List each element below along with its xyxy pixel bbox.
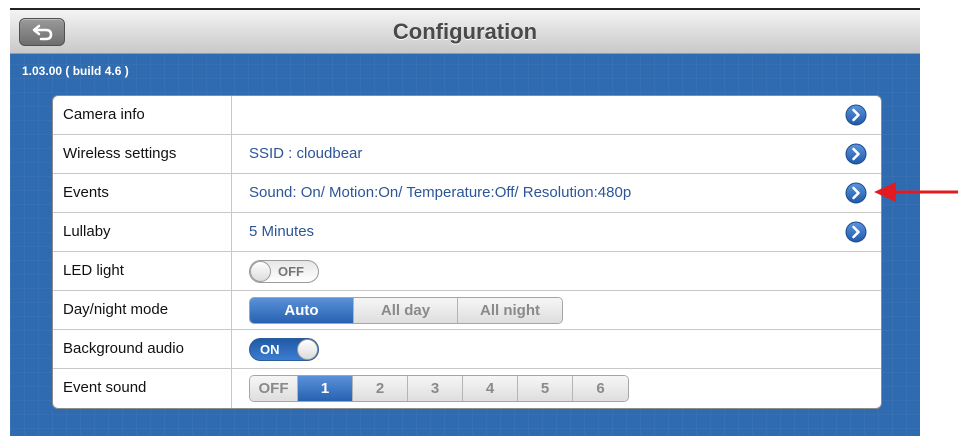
title-bar: Configuration — [10, 8, 920, 54]
row-background-audio: Background audio ON — [53, 330, 881, 369]
led-light-toggle[interactable]: OFF — [249, 260, 319, 283]
settings-table: Camera info Wireless settings SSID : clo… — [52, 95, 882, 409]
toggle-knob — [297, 339, 318, 360]
row-camera-info[interactable]: Camera info — [53, 96, 881, 135]
version-label: 1.03.00 ( build 4.6 ) — [22, 64, 129, 78]
event-sound-option-off[interactable]: OFF — [250, 376, 298, 401]
row-value: 5 Minutes — [249, 223, 315, 240]
red-arrow-icon — [874, 182, 958, 202]
row-events[interactable]: Events Sound: On/ Motion:On/ Temperature… — [53, 174, 881, 213]
toggle-state-label: ON — [260, 342, 280, 357]
column-divider — [231, 174, 232, 212]
row-label: Events — [63, 184, 109, 201]
row-label: Day/night mode — [63, 301, 169, 318]
row-day-night-mode: Day/night mode Auto All day All night — [53, 291, 881, 330]
column-divider — [231, 135, 232, 173]
day-night-option-all-night[interactable]: All night — [458, 298, 562, 323]
chevron-right-circle-icon[interactable] — [845, 221, 867, 243]
app-frame: Configuration 1.03.00 ( build 4.6 ) Came… — [10, 8, 920, 436]
row-wireless-settings[interactable]: Wireless settings SSID : cloudbear — [53, 135, 881, 174]
row-label: Camera info — [63, 106, 145, 123]
row-event-sound: Event sound OFF 1 2 3 4 5 6 — [53, 369, 881, 408]
chevron-right-circle-icon[interactable] — [845, 143, 867, 165]
day-night-option-all-day[interactable]: All day — [354, 298, 458, 323]
day-night-segmented-control: Auto All day All night — [249, 297, 563, 324]
chevron-right-circle-icon[interactable] — [845, 182, 867, 204]
event-sound-option-2[interactable]: 2 — [353, 376, 408, 401]
chevron-right-circle-icon[interactable] — [845, 104, 867, 126]
row-value: SSID : cloudbear — [249, 145, 363, 162]
row-label: Background audio — [63, 340, 184, 357]
column-divider — [231, 213, 232, 251]
column-divider — [231, 330, 232, 368]
row-label: Event sound — [63, 379, 147, 396]
toggle-knob — [250, 261, 271, 282]
event-sound-option-4[interactable]: 4 — [463, 376, 518, 401]
column-divider — [231, 291, 232, 329]
row-led-light: LED light OFF — [53, 252, 881, 291]
event-sound-segmented-control: OFF 1 2 3 4 5 6 — [249, 375, 629, 402]
page-title: Configuration — [392, 19, 538, 44]
column-divider — [231, 252, 232, 290]
row-value: Sound: On/ Motion:On/ Temperature:Off/ R… — [249, 184, 632, 201]
row-lullaby[interactable]: Lullaby 5 Minutes — [53, 213, 881, 252]
column-divider — [231, 369, 232, 408]
toggle-state-label: OFF — [278, 264, 304, 279]
event-sound-option-5[interactable]: 5 — [518, 376, 573, 401]
row-label: Lullaby — [63, 223, 111, 240]
background-audio-toggle[interactable]: ON — [249, 338, 319, 361]
column-divider — [231, 96, 232, 134]
row-label: Wireless settings — [63, 145, 177, 162]
event-sound-option-3[interactable]: 3 — [408, 376, 463, 401]
day-night-option-auto[interactable]: Auto — [250, 298, 354, 323]
event-sound-option-6[interactable]: 6 — [573, 376, 628, 401]
row-label: LED light — [63, 262, 124, 279]
event-sound-option-1[interactable]: 1 — [298, 376, 353, 401]
